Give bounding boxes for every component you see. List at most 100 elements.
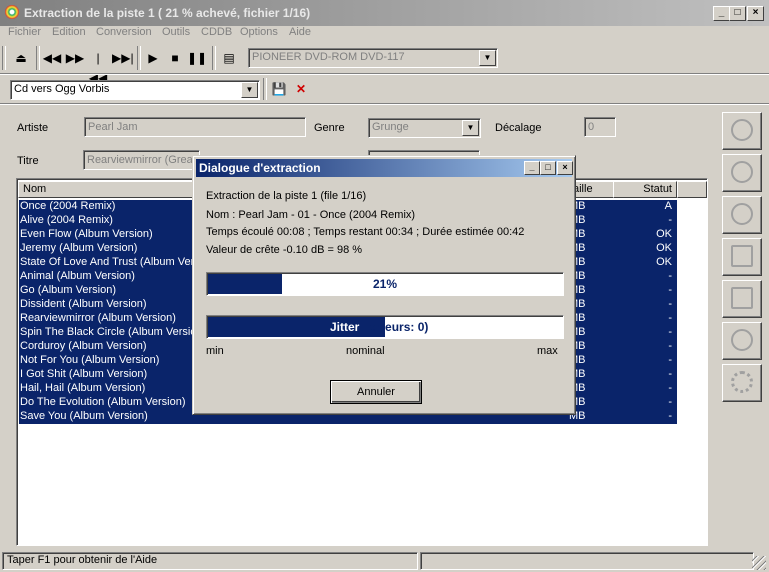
fast-forward-icon[interactable]: ▶▶ [65,48,85,68]
track-status: - [668,382,672,394]
monitor-icon [731,245,753,267]
column-header-name-label: Nom [23,183,47,195]
cd-icon [731,203,753,225]
play-icon[interactable]: ▶ [143,48,163,68]
genre-select[interactable]: Grunge ▼ [368,118,481,138]
status-text: Taper F1 pour obtenir de l'Aide [7,554,158,566]
scale-min: min [206,345,224,357]
toolbar-separator [263,78,267,100]
minimize-button[interactable]: _ [713,6,730,21]
delete-icon[interactable]: ✕ [291,79,311,99]
cd-icon [731,161,753,183]
track-status: - [668,284,672,296]
track-status: - [668,368,672,380]
track-status: - [668,354,672,366]
track-status: A [664,200,672,212]
toolbar-divider [0,73,769,75]
scale-max: max [537,345,558,357]
track-status: OK [656,228,672,240]
next-track-icon[interactable]: ▶▶| [112,48,134,68]
jitter-errors: erreurs: 0) [369,320,429,334]
progress-bar: 21% [206,272,564,296]
track-status: OK [656,242,672,254]
track-name: Alive (2004 Remix) [20,214,113,226]
close-button[interactable]: × [747,6,764,21]
offset-label: Décalage [495,122,542,134]
extraction-dialog: Dialogue d'extraction _ □ × Extraction d… [192,155,576,415]
track-name: Save You (Album Version) [20,410,148,422]
menu-conversion[interactable]: Conversion [96,26,152,38]
chevron-down-icon[interactable]: ▼ [479,50,496,66]
maximize-button[interactable]: □ [729,6,746,21]
side-button-settings[interactable] [722,364,762,402]
stop-icon[interactable]: ■ [165,48,185,68]
track-status: - [668,340,672,352]
side-button-file[interactable] [722,280,762,318]
profile-select-value: Cd vers Ogg Vorbis [14,83,110,95]
pause-icon[interactable]: ❚❚ [187,48,207,68]
track-status: - [668,326,672,338]
previous-track-icon[interactable]: |◀◀ [88,48,108,85]
artist-value: Pearl Jam [88,121,138,133]
eject-icon[interactable]: ⏏ [11,48,31,68]
track-name: Corduroy (Album Version) [20,340,147,352]
artist-field[interactable]: Pearl Jam [84,117,306,137]
status-pane-main: Taper F1 pour obtenir de l'Aide [2,552,418,570]
menu-bar: Fichier Edition Conversion Outils CDDB O… [0,24,769,42]
toolbar-separator [212,46,216,70]
title-label: Titre [17,155,39,167]
side-button-convert[interactable] [722,196,762,234]
status-pane-secondary [420,552,754,570]
chevron-down-icon[interactable]: ▼ [241,82,258,98]
track-status: OK [656,256,672,268]
dialog-time-info: Temps écoulé 00:08 ; Temps restant 00:34… [206,226,525,238]
track-name: Animal (Album Version) [20,270,135,282]
dialog-close-button[interactable]: × [557,161,573,175]
menu-options[interactable]: Options [240,26,278,38]
side-button-copy[interactable] [722,238,762,276]
title-field[interactable]: Rearviewmirror (Greate [83,150,200,170]
menu-aide[interactable]: Aide [289,26,311,38]
title-value: Rearviewmirror (Greate [87,154,200,166]
cd-icon [731,119,753,141]
dialog-minimize-button[interactable]: _ [524,161,540,175]
column-header-filler [677,181,707,198]
dialog-track-info: Extraction de la piste 1 (file 1/16) [206,190,367,202]
side-button-eject[interactable] [722,322,762,360]
track-status: - [668,214,672,226]
cancel-button[interactable]: Annuler [330,380,422,404]
menu-outils[interactable]: Outils [162,26,190,38]
menu-edition[interactable]: Edition [52,26,86,38]
menu-cddb[interactable]: CDDB [201,26,232,38]
title-bar: Extraction de la piste 1 ( 21 % achevé, … [0,0,769,26]
progress-label: 21% [372,277,398,291]
rewind-icon[interactable]: ◀◀ [42,48,62,68]
toolbar-grip [2,46,6,70]
side-button-rip[interactable] [722,112,762,150]
menu-fichier[interactable]: Fichier [8,26,41,38]
track-name: Jeremy (Album Version) [20,242,138,254]
column-header-status[interactable]: Statut [613,181,677,198]
save-icon[interactable]: 💾 [269,79,289,99]
profile-select[interactable]: Cd vers Ogg Vorbis ▼ [10,80,260,100]
resize-grip-icon[interactable] [752,556,766,570]
toolbar-divider [0,103,769,105]
scale-nominal: nominal [346,345,385,357]
track-name: Do The Evolution (Album Version) [20,396,186,408]
cd-icon [731,329,753,351]
track-status: - [668,312,672,324]
jitter-label: Jitter [330,320,360,334]
drive-select[interactable]: PIONEER DVD-ROM DVD-117 ▼ [248,48,498,68]
track-status: - [668,410,672,422]
dialog-maximize-button[interactable]: □ [540,161,556,175]
side-button-rip-to-file[interactable] [722,154,762,192]
track-name: Spin The Black Circle (Album Version [20,326,203,338]
offset-field[interactable]: 0 [584,117,616,137]
gear-icon [731,371,753,393]
track-status: - [668,270,672,282]
cddb-lookup-icon[interactable]: ▤ [219,48,239,68]
track-name: Even Flow (Album Version) [20,228,153,240]
column-header-size[interactable]: aille [570,181,614,198]
track-name: State Of Love And Trust (Album Vers [20,256,200,268]
chevron-down-icon[interactable]: ▼ [462,120,479,136]
